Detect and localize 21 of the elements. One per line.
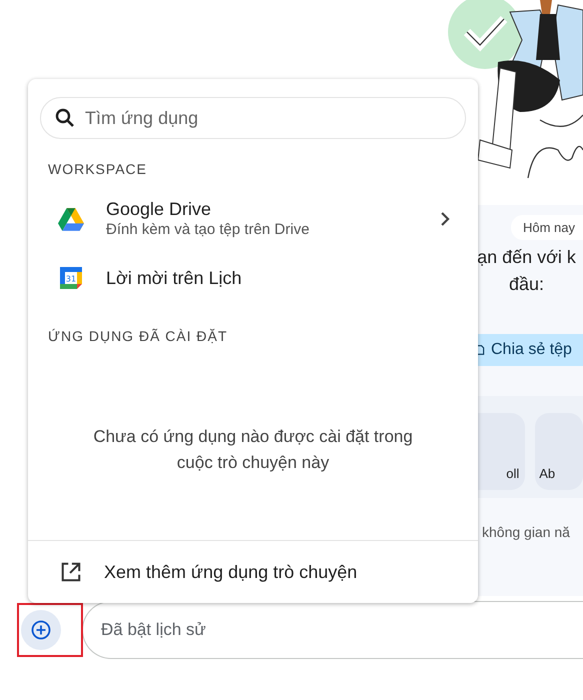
drive-icon bbox=[58, 206, 84, 230]
external-link-icon bbox=[60, 561, 82, 583]
empty-state-text: Chưa có ứng dụng nào được cài đặt trong cuộc trò chuyện này bbox=[92, 426, 414, 474]
more-apps-link[interactable]: Xem thêm ứng dụng trò chuyện bbox=[28, 540, 478, 603]
app-title: Lời mời trên Lịch bbox=[106, 268, 243, 288]
suggestion-card[interactable]: Ab bbox=[535, 413, 583, 490]
search-icon bbox=[55, 108, 75, 128]
app-menu-item[interactable]: Google Drive Đính kèm và tạo tệp trên Drive bbox=[28, 177, 478, 244]
app-title: Google Drive bbox=[106, 199, 212, 220]
date-chip: Hôm nay bbox=[510, 215, 583, 240]
plus-circle-icon bbox=[31, 620, 51, 640]
app-menu-item[interactable]: 31 Lời mời trên Lịch bbox=[28, 244, 478, 296]
welcome-text: đầu: bbox=[508, 273, 544, 296]
message-field[interactable]: Đã bật lịch sử bbox=[82, 600, 583, 659]
app-description: Đính kèm và tạo tệp trên Drive bbox=[106, 221, 310, 238]
section-heading: ỨNG DỤNG ĐÃ CÀI ĐẶT bbox=[48, 328, 229, 344]
welcome-text: ạn đến với k bbox=[477, 246, 576, 269]
add-button[interactable] bbox=[21, 610, 61, 650]
hint-text: không gian nă bbox=[481, 524, 571, 540]
section-heading: WORKSPACE bbox=[48, 161, 148, 177]
search-field[interactable]: Tìm ứng dụng bbox=[40, 97, 466, 139]
